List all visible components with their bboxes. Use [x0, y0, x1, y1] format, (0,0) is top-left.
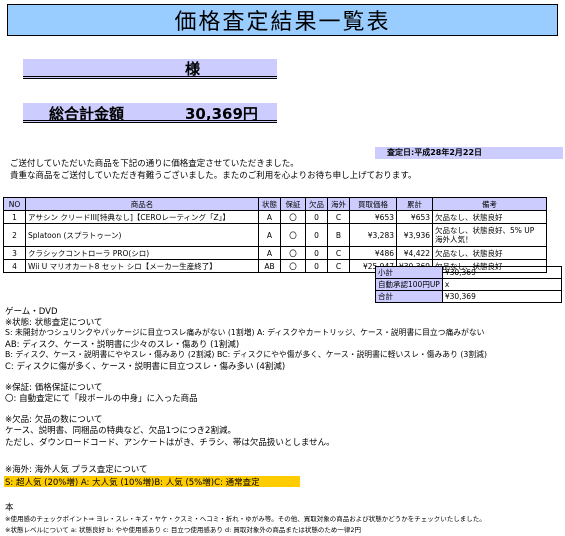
- row-missing: 0: [305, 223, 328, 247]
- row-cumulative: ¥4,422: [395, 246, 434, 260]
- customer-honorific: 様: [185, 60, 201, 78]
- assessment-date: 査定日:平成28年2月22日: [375, 147, 563, 159]
- summary-row: 小計 ¥30,369: [375, 266, 562, 279]
- table-row: 2 Splatoon (スプラトゥーン) A 〇 0 B ¥3,283 ¥3,9…: [3, 223, 548, 247]
- row-remarks: 欠品なし、状態良好、5% UP 海外人気！: [432, 223, 548, 247]
- message-line-1: ご送付していただいた商品を下記の通りに価格査定させていただきました。: [10, 159, 299, 169]
- notes-condition-b: B: ディスク、ケース・説明書にややスレ・傷みあり (2割減) BC: ディスク…: [5, 350, 487, 359]
- col-header-guarantee: 保証: [280, 197, 306, 211]
- row-guarantee: 〇: [280, 223, 306, 247]
- col-header-condition: 状態: [258, 197, 281, 211]
- summary-row: 合計 ¥30,369: [375, 290, 562, 303]
- row-overseas: C: [327, 210, 350, 224]
- table-row: 3 クラシックコントローラ PRO(シロ) A 〇 0 C ¥486 ¥4,42…: [3, 246, 548, 260]
- table-header-row: NO 商品名 状態 保証 欠品 海外 買取価格 累計 備考: [3, 197, 548, 211]
- row-guarantee: 〇: [280, 246, 306, 260]
- row-name: Splatoon (スプラトゥーン): [25, 223, 259, 247]
- summary-table: 小計 ¥30,369 自動承認100円UP x 合計 ¥30,369: [375, 266, 562, 303]
- row-no: 4: [3, 259, 26, 273]
- message-line-2: 貴重な商品をご送付していただき有難うございました。またのご利用を心よりお待ち申し…: [10, 171, 417, 181]
- row-no: 3: [3, 246, 26, 260]
- row-remarks: 欠品なし、状態良好: [432, 246, 548, 260]
- col-header-no: NO: [3, 197, 26, 211]
- customer-underline-double: [23, 78, 277, 79]
- notes-book-text-1: ※使用感のチェックポイント⇒ ヨレ・スレ・キズ・ヤケ・クスミ・ヘコミ・折れ・ゆが…: [5, 515, 486, 523]
- row-guarantee: 〇: [280, 259, 306, 273]
- row-condition: AB: [258, 259, 281, 273]
- row-price: ¥3,283: [349, 223, 397, 247]
- customer-underline: [23, 76, 277, 77]
- row-overseas: C: [327, 246, 350, 260]
- row-name: アサシン クリードIII[特典なし]【CEROレーティング「Z」】: [25, 210, 259, 224]
- row-missing: 0: [305, 259, 328, 273]
- row-price: ¥653: [349, 210, 397, 224]
- notes-book-text-2: ※状態レベルについて a: 状態良好 b: やや使用感あり c: 目立つ使用感あ…: [5, 526, 361, 534]
- notes-overseas-text: S: 超人気 (20%増) A: 大人気 (10%増)B: 人気 (5%増)C:…: [5, 478, 260, 488]
- notes-overseas-title: ※海外: 海外人気 プラス査定について: [5, 465, 148, 475]
- total-amount-value: 30,369円: [185, 105, 258, 123]
- row-name: Wii U マリオカート8 セット シロ【メーカー生産終了】: [25, 259, 259, 273]
- table-row: 1 アサシン クリードIII[特典なし]【CEROレーティング「Z」】 A 〇 …: [3, 210, 548, 224]
- notes-missing-text-1: ケース、説明書、同梱品の特典など、欠品1つにつき2割減。: [5, 426, 236, 436]
- summary-value-total: ¥30,369: [441, 290, 562, 303]
- notes-guarantee-text: 〇: 自動査定にて「段ボールの中身」に入った商品: [5, 394, 198, 404]
- notes-missing-text-2: ただし、ダウンロードコード、アンケートはがき、チラシ、帯は欠品扱いとしません。: [5, 438, 335, 448]
- total-amount-label: 総合計金額: [49, 105, 125, 123]
- row-price: ¥486: [349, 246, 397, 260]
- summary-value-subtotal: ¥30,369: [441, 266, 562, 279]
- col-header-cumulative: 累計: [395, 197, 434, 211]
- page-title-text: 価格査定結果一覧表: [174, 10, 391, 35]
- summary-label-total: 合計: [375, 290, 443, 303]
- row-cumulative: ¥3,936: [395, 223, 434, 247]
- row-remarks: 欠品なし、状態良好: [432, 210, 548, 224]
- row-cumulative: ¥653: [395, 210, 434, 224]
- summary-row: 自動承認100円UP x: [375, 278, 562, 291]
- col-header-name: 商品名: [25, 197, 259, 211]
- page-title: 価格査定結果一覧表: [7, 4, 558, 36]
- notes-book-title: 本: [5, 503, 14, 513]
- row-guarantee: 〇: [280, 210, 306, 224]
- row-condition: A: [258, 223, 281, 247]
- notes-condition-s: S: 未開封かつシュリンクやパッケージに目立つスレ痛みがない (1割増) A: …: [5, 328, 485, 337]
- row-name: クラシックコントローラ PRO(シロ): [25, 246, 259, 260]
- col-header-missing: 欠品: [305, 197, 328, 211]
- summary-label-subtotal: 小計: [375, 266, 443, 279]
- notes-condition-c: C: ディスクに傷が多く、ケース・説明書に目立つスレ・傷み多い (4割減): [5, 362, 286, 372]
- row-overseas: B: [327, 223, 350, 247]
- col-header-remarks: 備考: [432, 197, 548, 211]
- row-no: 2: [3, 223, 26, 247]
- summary-label-auto-approval: 自動承認100円UP: [375, 278, 443, 291]
- row-missing: 0: [305, 210, 328, 224]
- row-condition: A: [258, 246, 281, 260]
- row-overseas: C: [327, 259, 350, 273]
- row-condition: A: [258, 210, 281, 224]
- row-no: 1: [3, 210, 26, 224]
- items-table: NO 商品名 状態 保証 欠品 海外 買取価格 累計 備考 1 アサシン クリー…: [3, 197, 548, 273]
- col-header-price: 買取価格: [349, 197, 397, 211]
- col-header-overseas: 海外: [327, 197, 350, 211]
- row-missing: 0: [305, 246, 328, 260]
- summary-value-auto-approval: x: [441, 278, 562, 291]
